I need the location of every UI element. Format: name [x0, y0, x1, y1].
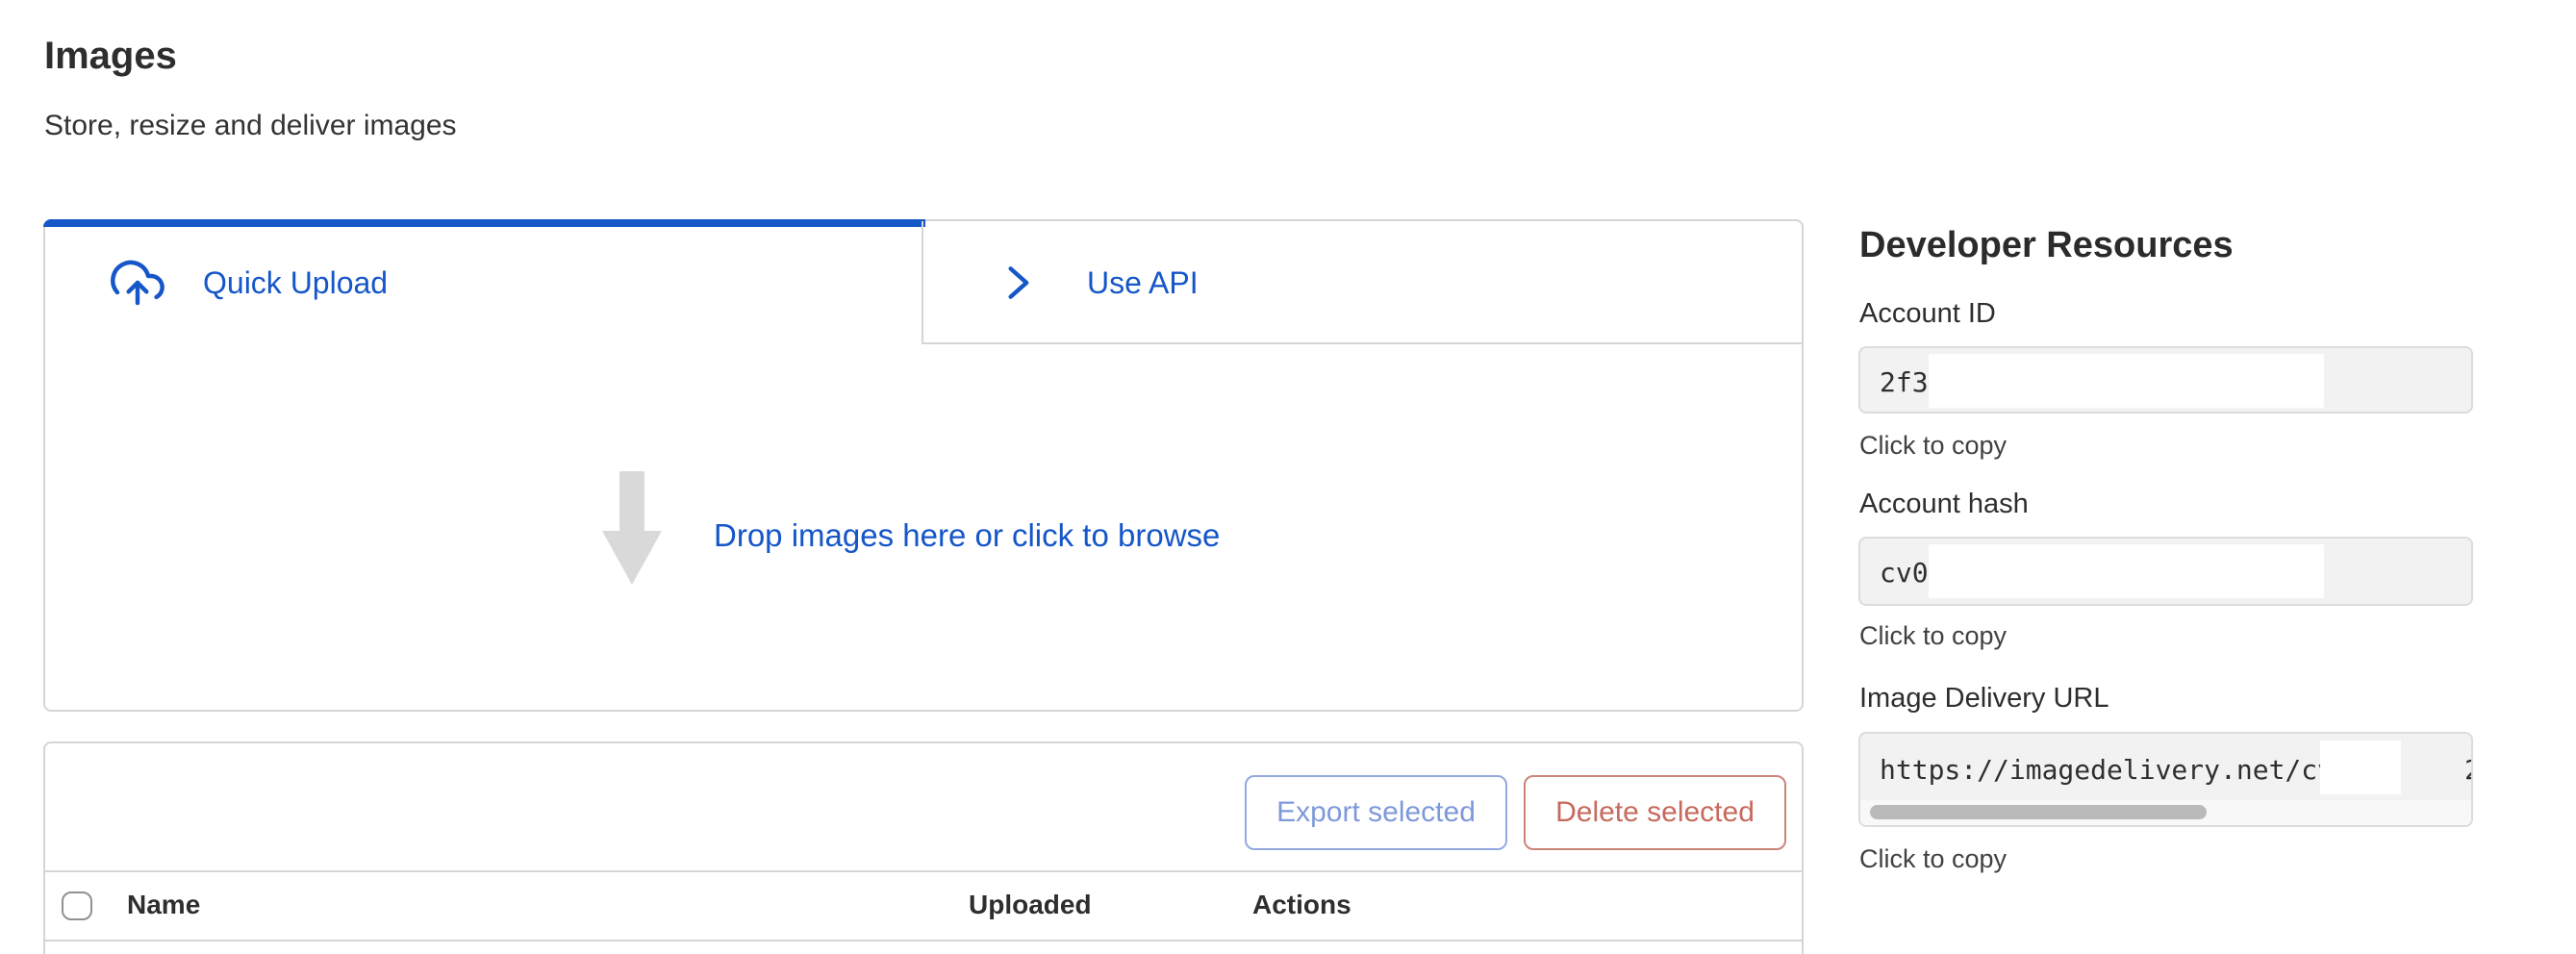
column-header-uploaded: Uploaded	[969, 890, 1092, 920]
image-delivery-url-copy-hint: Click to copy	[1859, 844, 2007, 874]
account-id-value-box[interactable]: 2f3d	[1858, 346, 2473, 414]
account-hash-value-box[interactable]: cv0J	[1858, 537, 2473, 606]
uploader-panel: Quick Upload Use API Drop images here or…	[43, 219, 1804, 712]
chevron-right-icon	[997, 254, 1039, 312]
down-arrow-icon	[601, 471, 663, 587]
export-selected-button[interactable]: Export selected	[1245, 775, 1507, 850]
account-id-copy-hint: Click to copy	[1859, 431, 2007, 461]
redaction-overlay	[1929, 354, 2324, 408]
dropzone-label: Drop images here or click to browse	[714, 517, 1220, 554]
column-header-name: Name	[127, 890, 200, 920]
images-table-card: Export selected Delete selected Name Upl…	[43, 741, 1804, 954]
column-header-actions: Actions	[1252, 890, 1351, 920]
redaction-overlay	[1929, 544, 2324, 598]
tab-use-api[interactable]: Use API	[923, 221, 1804, 344]
delete-selected-button[interactable]: Delete selected	[1524, 775, 1786, 850]
cloud-upload-icon	[107, 256, 168, 310]
sidebar-title: Developer Resources	[1859, 225, 2234, 266]
image-delivery-url-label: Image Delivery URL	[1859, 683, 2109, 715]
page-title: Images	[44, 35, 177, 78]
toolbar-divider	[45, 870, 1802, 872]
tab-use-api-label: Use API	[1087, 265, 1199, 301]
page-subtitle: Store, resize and deliver images	[44, 110, 457, 142]
tab-quick-upload-label: Quick Upload	[203, 265, 388, 301]
image-delivery-url-value-box[interactable]: https://imagedelivery.net/cv0JSj 2	[1858, 732, 2473, 827]
dropzone[interactable]: Drop images here or click to browse	[45, 344, 1802, 712]
account-hash-copy-hint: Click to copy	[1859, 621, 2007, 651]
url-scrollbar-thumb[interactable]	[1870, 805, 2207, 819]
developer-resources-sidebar: Developer Resources Account ID 2f3d Clic…	[1859, 0, 2494, 954]
image-delivery-url-fragment: 2	[2464, 754, 2473, 786]
account-hash-label: Account hash	[1859, 489, 2029, 520]
account-id-label: Account ID	[1859, 298, 1996, 330]
select-all-checkbox[interactable]	[62, 891, 92, 920]
redaction-overlay	[2320, 741, 2401, 794]
header-divider	[45, 940, 1802, 941]
tab-quick-upload[interactable]: Quick Upload	[45, 221, 922, 344]
